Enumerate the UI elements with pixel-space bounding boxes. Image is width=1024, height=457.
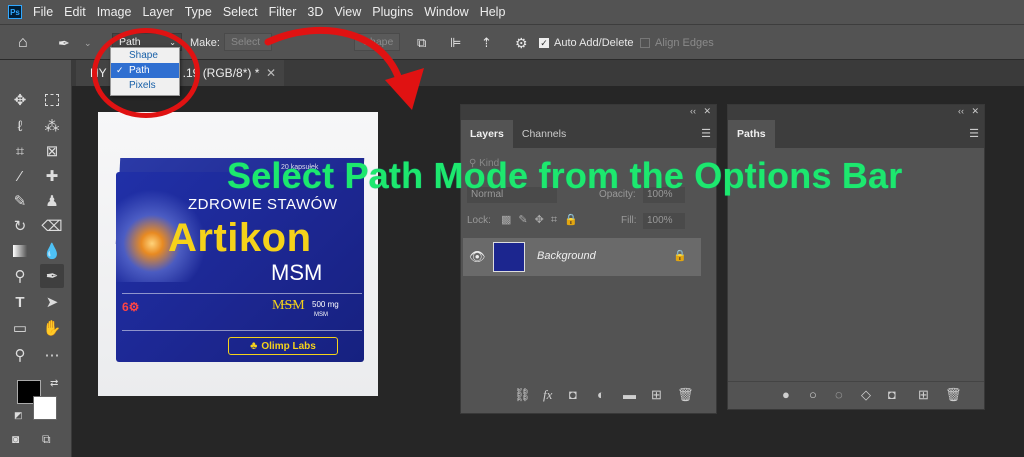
panel-menu-icon[interactable]: ☰ bbox=[701, 127, 711, 140]
add-mask-icon[interactable]: ◘ bbox=[888, 387, 896, 402]
fill-label: Fill: bbox=[621, 215, 637, 226]
fx-icon[interactable]: fx bbox=[543, 387, 552, 403]
eye-icon[interactable]: 👁 bbox=[469, 249, 486, 265]
panel-menu-icon[interactable]: ☰ bbox=[969, 127, 979, 140]
overlay-title: Select Path Mode from the Options Bar bbox=[227, 155, 903, 196]
make-work-path-icon[interactable]: ◇ bbox=[861, 387, 871, 403]
collapse-panel-icon[interactable]: ‹‹ bbox=[690, 106, 696, 116]
layers-panel-tabs: Layers Channels bbox=[461, 120, 716, 148]
layer-row-background[interactable]: 👁 Background 🔒 bbox=[463, 238, 701, 276]
link-layers-icon[interactable]: ⛓ bbox=[514, 387, 531, 403]
layer-name: Background bbox=[537, 250, 596, 262]
new-layer-icon[interactable]: ⊞ bbox=[651, 387, 662, 403]
mode-dropdown-menu: Shape ✓ Path Pixels bbox=[110, 47, 180, 96]
checkmark-icon: ✓ bbox=[116, 65, 124, 75]
fill-input[interactable]: 100% bbox=[643, 213, 685, 229]
panel-divider bbox=[728, 381, 984, 382]
lock-label: Lock: bbox=[467, 215, 491, 226]
tab-layers[interactable]: Layers bbox=[461, 120, 513, 148]
fill-path-icon[interactable]: ● bbox=[782, 387, 790, 402]
close-panel-icon[interactable]: ✕ bbox=[703, 106, 711, 117]
add-mask-icon[interactable]: ◘ bbox=[569, 387, 577, 402]
new-group-icon[interactable]: ▬ bbox=[623, 387, 636, 402]
paths-panel-tabs: Paths bbox=[728, 120, 984, 148]
dropdown-item-label: Pixels bbox=[129, 80, 156, 91]
lock-options-icons[interactable]: ▩✎✥⌗🔒 bbox=[501, 213, 585, 227]
close-panel-icon[interactable]: ✕ bbox=[971, 106, 979, 117]
tab-paths[interactable]: Paths bbox=[728, 120, 775, 148]
load-selection-icon[interactable]: ◌ bbox=[835, 387, 843, 402]
stroke-path-icon[interactable]: ○ bbox=[809, 387, 817, 402]
paths-panel-header: ‹‹ ✕ bbox=[728, 105, 984, 120]
lock-icon[interactable]: 🔒 bbox=[673, 249, 687, 262]
dropdown-item-pixels[interactable]: Pixels bbox=[111, 78, 179, 93]
dropdown-item-path[interactable]: ✓ Path bbox=[111, 63, 179, 78]
dropdown-item-shape[interactable]: Shape bbox=[111, 48, 179, 63]
collapse-panel-icon[interactable]: ‹‹ bbox=[958, 106, 964, 116]
adjustment-layer-icon[interactable]: ◐ bbox=[597, 387, 605, 402]
paths-panel: ‹‹ ✕ Paths ☰ bbox=[727, 104, 985, 410]
dropdown-item-label: Shape bbox=[129, 50, 158, 61]
layer-thumbnail bbox=[493, 242, 525, 272]
trash-icon[interactable]: 🗑 bbox=[677, 387, 694, 403]
trash-icon[interactable]: 🗑 bbox=[945, 387, 962, 403]
dropdown-item-label: Path bbox=[129, 65, 150, 76]
layers-panel-header: ‹‹ ✕ bbox=[461, 105, 716, 120]
new-path-icon[interactable]: ⊞ bbox=[918, 387, 929, 403]
tab-channels[interactable]: Channels bbox=[513, 120, 575, 148]
